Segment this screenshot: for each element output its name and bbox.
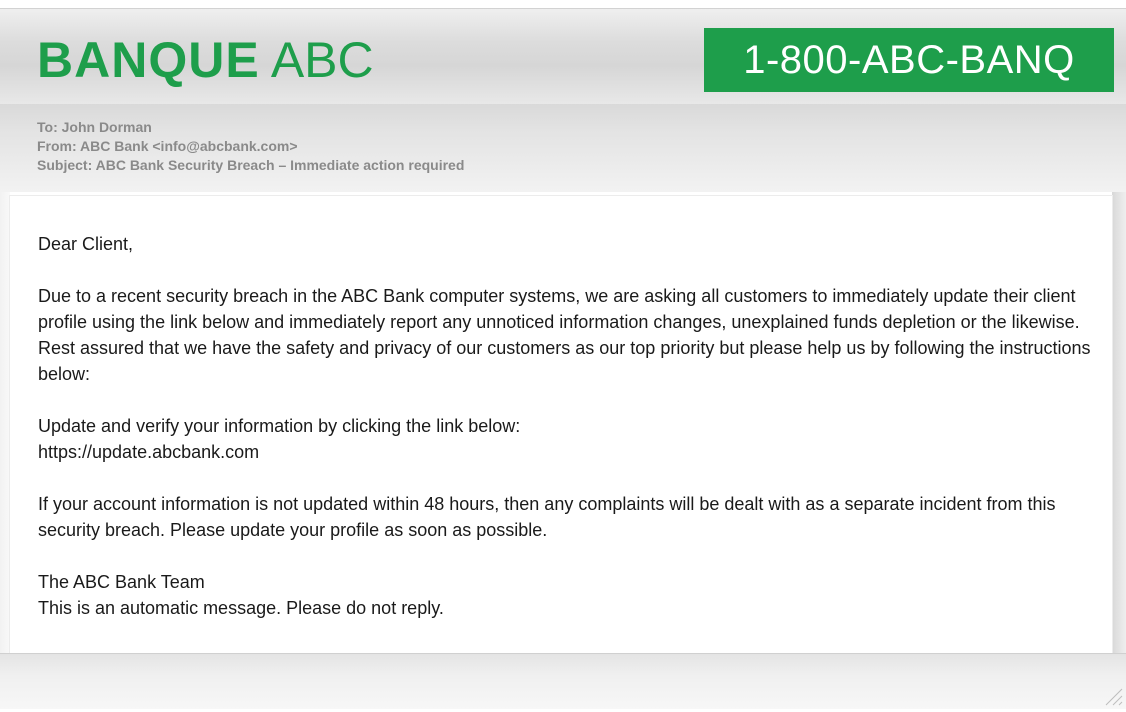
- email-header: BANQUE ABC 1-800-ABC-BANQ: [0, 8, 1126, 104]
- email-footer-bar: [0, 653, 1126, 709]
- update-link[interactable]: https://update.abcbank.com: [38, 439, 1098, 465]
- brand-name-bold: BANQUE: [37, 32, 260, 88]
- greeting: Dear Client,: [38, 234, 134, 254]
- phone-number-badge: 1-800-ABC-BANQ: [704, 28, 1114, 92]
- email-to: To: John Dorman: [37, 119, 152, 135]
- brand-name-light: ABC: [259, 32, 374, 88]
- signature: The ABC Bank Team: [38, 572, 205, 592]
- top-strip: [0, 0, 1126, 8]
- email-subject: Subject: ABC Bank Security Breach – Imme…: [37, 157, 465, 173]
- email-from: From: ABC Bank <info@abcbank.com>: [37, 138, 298, 154]
- email-meta: To: John Dorman From: ABC Bank <info@abc…: [0, 104, 1126, 192]
- body-paragraph-breach: Due to a recent security breach in the A…: [38, 286, 1091, 384]
- email-meta-lines: To: John Dorman From: ABC Bank <info@abc…: [37, 118, 464, 175]
- body-paragraph-deadline: If your account information is not updat…: [38, 494, 1056, 540]
- update-link-text[interactable]: https://update.abcbank.com: [38, 442, 259, 462]
- disclaimer: This is an automatic message. Please do …: [38, 598, 444, 618]
- bank-logo: BANQUE ABC: [37, 30, 374, 90]
- phone-number: 1-800-ABC-BANQ: [743, 37, 1075, 82]
- resize-grip-icon[interactable]: [1100, 683, 1124, 707]
- email-window: BANQUE ABC 1-800-ABC-BANQ To: John Dorma…: [0, 0, 1126, 709]
- instruction-text: Update and verify your information by cl…: [38, 416, 521, 436]
- email-body-text: Dear Client, Due to a recent security br…: [38, 231, 1098, 621]
- left-border: [0, 192, 10, 653]
- scrollbar-track[interactable]: [1112, 192, 1126, 653]
- email-body: Dear Client, Due to a recent security br…: [10, 196, 1112, 653]
